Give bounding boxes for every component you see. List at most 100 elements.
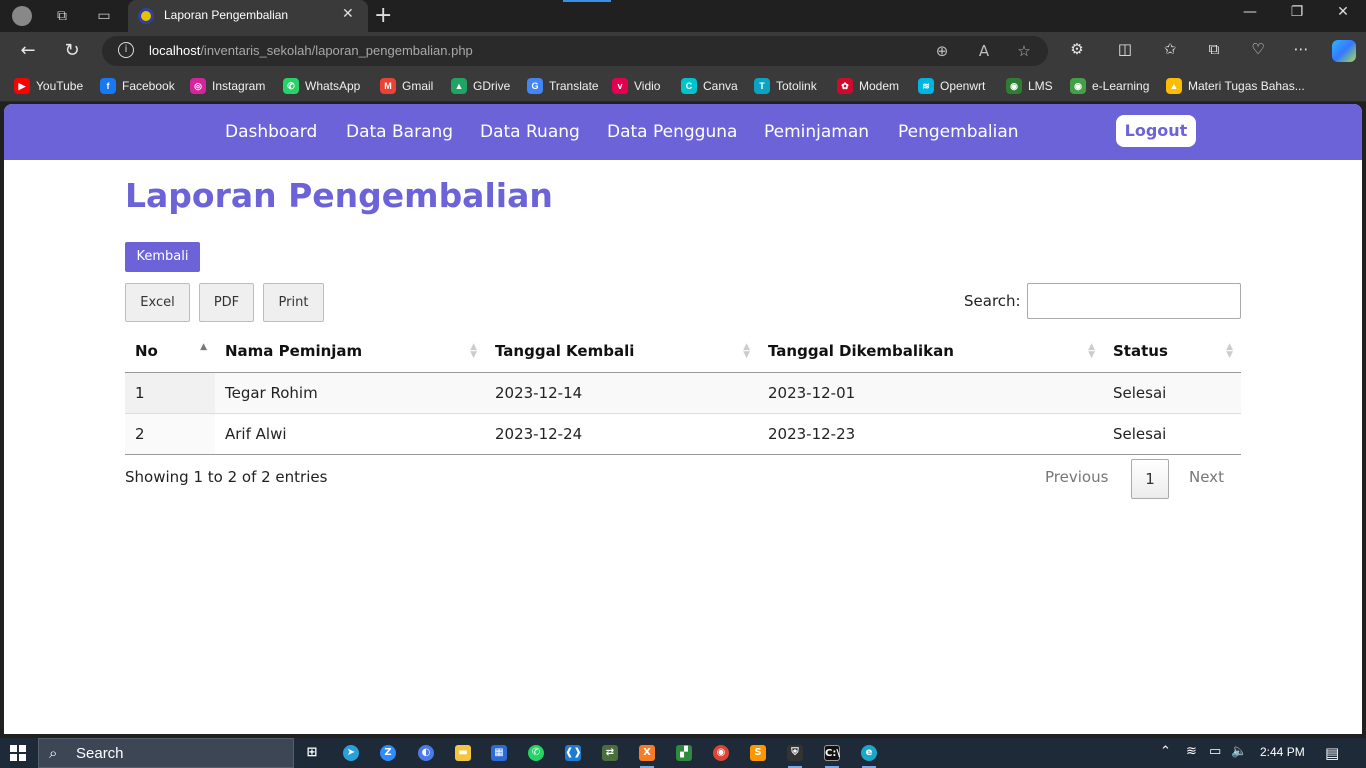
pdf-export-button[interactable]: PDF	[199, 283, 254, 322]
search-label: Search:	[964, 292, 1021, 310]
bookmark-e-learning[interactable]: ◉ e-Learning	[1070, 78, 1149, 94]
extensions-icon[interactable]: ⚙	[1065, 40, 1089, 58]
column-header-tanggal-kembali[interactable]: Tanggal Kembali ▲ ▼	[485, 330, 758, 373]
task-view-icon[interactable]: ⊞	[304, 745, 320, 761]
whatsapp-icon: ✆	[283, 78, 299, 94]
column-header-status[interactable]: Status ▲ ▼	[1103, 330, 1241, 373]
sort-icon: ▲ ▼	[743, 342, 750, 360]
bookmark-materi-tugas-bahas[interactable]: ▲ Materi Tugas Bahas...	[1166, 78, 1305, 94]
taskbar-search[interactable]: ⌕ Search	[38, 738, 294, 768]
column-header-tanggal-dikembalikan[interactable]: Tanggal Dikembalikan ▲ ▼	[758, 330, 1103, 373]
clock[interactable]: 2:44 PM	[1260, 745, 1305, 759]
bookmark-vidio[interactable]: v Vidio	[612, 78, 660, 94]
bookmark-canva[interactable]: C Canva	[681, 78, 738, 94]
network-tool-icon[interactable]: ⇄	[602, 745, 618, 761]
whatsapp-icon[interactable]: ✆	[528, 745, 544, 761]
notifications-icon[interactable]: ▤	[1325, 744, 1339, 762]
bookmark-modem[interactable]: ✿ Modem	[837, 78, 899, 94]
e-learning-icon: ◉	[1070, 78, 1086, 94]
edge-icon[interactable]: e	[861, 745, 877, 761]
site-info-icon[interactable]: i	[118, 42, 134, 58]
bookmark-totolink[interactable]: T Totolink	[754, 78, 817, 94]
windows-start-icon[interactable]	[10, 745, 26, 761]
close-tab-icon[interactable]: ✕	[342, 6, 354, 22]
excel-export-button[interactable]: Excel	[125, 283, 190, 322]
favorites-icon[interactable]: ✩	[1158, 40, 1182, 58]
telegram-icon[interactable]: ➤	[343, 745, 359, 761]
bookmark-instagram[interactable]: ◎ Instagram	[190, 78, 265, 94]
workspaces-icon[interactable]: ⧉	[52, 6, 72, 26]
bookmark-facebook[interactable]: f Facebook	[100, 78, 175, 94]
bookmark-openwrt[interactable]: ≋ Openwrt	[918, 78, 985, 94]
store-icon[interactable]: ▦	[491, 745, 507, 761]
back-button[interactable]: Kembali	[125, 242, 200, 272]
browser-tab-strip: ⧉ ▭ Laporan Pengembalian ✕ + — ❐ ✕	[0, 0, 1366, 32]
zoom-app-icon[interactable]: Z	[380, 745, 396, 761]
cell-status: Selesai	[1103, 372, 1241, 414]
bookmark-translate[interactable]: G Translate	[527, 78, 599, 94]
tab-drag-indicator	[563, 0, 611, 2]
bookmark-whatsapp[interactable]: ✆ WhatsApp	[283, 78, 360, 94]
nav-data-pengguna[interactable]: Data Pengguna	[607, 122, 737, 142]
terminal-icon[interactable]: C:\	[824, 745, 840, 761]
search-icon: ⌕	[49, 744, 58, 762]
table-row: 1 Tegar Rohim 2023-12-14 2023-12-01 Sele…	[125, 372, 1241, 414]
profile-icon[interactable]	[12, 6, 32, 26]
nav-data-ruang[interactable]: Data Ruang	[480, 122, 580, 142]
read-aloud-icon[interactable]: A	[974, 42, 994, 60]
volume-icon[interactable]: 🔈	[1231, 744, 1247, 759]
nav-dashboard[interactable]: Dashboard	[225, 122, 317, 142]
pagination-next[interactable]: Next	[1189, 468, 1224, 486]
close-window-icon[interactable]: ✕	[1333, 4, 1353, 20]
tab-actions-icon[interactable]: ▭	[94, 6, 114, 26]
security-icon[interactable]: ⛨	[787, 745, 803, 761]
battery-icon[interactable]: ▭	[1209, 744, 1221, 759]
more-menu-icon[interactable]: ⋯	[1289, 40, 1313, 58]
copilot-icon[interactable]	[1332, 40, 1356, 62]
column-header-nama-peminjam[interactable]: Nama Peminjam ▲ ▼	[215, 330, 485, 373]
spreadsheet-icon[interactable]: ▞	[676, 745, 692, 761]
address-bar[interactable]: i localhost/inventaris_sekolah/laporan_p…	[102, 36, 1048, 66]
bookmark-gdrive[interactable]: ▲ GDrive	[451, 78, 510, 94]
logout-button[interactable]: Logout	[1116, 115, 1196, 147]
bookmark-youtube[interactable]: ▶ YouTube	[14, 78, 83, 94]
xampp-icon[interactable]: X	[639, 745, 655, 761]
new-tab-button[interactable]: +	[374, 3, 392, 28]
split-screen-icon[interactable]: ◫	[1113, 40, 1137, 58]
nav-peminjaman[interactable]: Peminjaman	[764, 122, 869, 142]
chat-app-icon[interactable]: ◐	[418, 745, 434, 761]
canva-icon: C	[681, 78, 697, 94]
pagination-page-1[interactable]: 1	[1131, 459, 1169, 499]
zoom-icon[interactable]: ⊕	[932, 42, 952, 60]
cell-tanggal-dikembalikan: 2023-12-01	[758, 372, 1103, 414]
chrome-icon[interactable]: ◉	[713, 745, 729, 761]
url-text[interactable]: localhost/inventaris_sekolah/laporan_pen…	[149, 43, 473, 58]
restore-icon[interactable]: ❐	[1287, 4, 1307, 20]
nav-data-barang[interactable]: Data Barang	[346, 122, 453, 142]
table-row: 2 Arif Alwi 2023-12-24 2023-12-23 Selesa…	[125, 413, 1241, 455]
table-info: Showing 1 to 2 of 2 entries	[125, 468, 328, 486]
wifi-icon[interactable]: ≋	[1186, 744, 1197, 759]
print-button[interactable]: Print	[263, 283, 324, 322]
search-input[interactable]	[1027, 283, 1241, 319]
cell-tanggal-kembali: 2023-12-14	[485, 372, 758, 414]
active-tab[interactable]: Laporan Pengembalian ✕	[128, 0, 368, 32]
tray-chevron-icon[interactable]: ⌃	[1160, 744, 1171, 759]
materi-tugas-bahas-icon: ▲	[1166, 78, 1182, 94]
file-explorer-icon[interactable]: ▬	[455, 745, 471, 761]
performance-icon[interactable]: ♡	[1246, 40, 1270, 58]
browser-toolbar: ← ↻ i localhost/inventaris_sekolah/lapor…	[0, 32, 1366, 70]
minimize-icon[interactable]: —	[1240, 4, 1260, 20]
page-title: Laporan Pengembalian	[125, 176, 553, 215]
nav-pengembalian[interactable]: Pengembalian	[898, 122, 1019, 142]
collections-icon[interactable]: ⧉	[1202, 40, 1226, 58]
column-header-no[interactable]: No ▲	[125, 330, 215, 373]
reload-icon[interactable]: ↻	[60, 40, 84, 61]
sublime-icon[interactable]: S	[750, 745, 766, 761]
back-icon[interactable]: ←	[16, 40, 40, 61]
favorite-star-icon[interactable]: ☆	[1014, 42, 1034, 60]
pagination-previous[interactable]: Previous	[1045, 468, 1108, 486]
vscode-icon[interactable]: ❰❱	[565, 745, 582, 761]
bookmark-gmail[interactable]: M Gmail	[380, 78, 433, 94]
bookmark-lms[interactable]: ◉ LMS	[1006, 78, 1053, 94]
